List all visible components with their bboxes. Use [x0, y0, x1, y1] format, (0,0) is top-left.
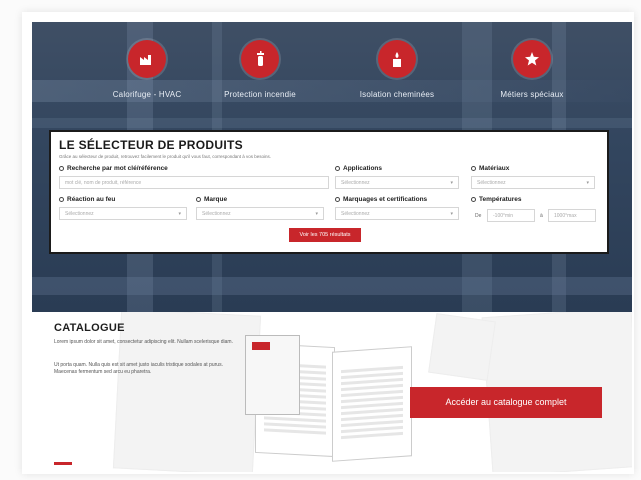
book-cover	[245, 335, 300, 415]
keyword-label: Recherche par mot clé/référence	[67, 165, 168, 172]
applications-select[interactable]: Sélectionnez ▾	[335, 176, 459, 189]
applications-placeholder: Sélectionnez	[341, 180, 370, 186]
chevron-down-icon: ▾	[178, 211, 181, 217]
brand-field: Marque Sélectionnez ▾	[196, 196, 324, 220]
category-label: Isolation cheminées	[359, 90, 435, 99]
fire-reaction-label: Réaction au feu	[67, 196, 116, 203]
chevron-down-icon: ▾	[586, 180, 589, 186]
keyword-field: Recherche par mot clé/référence mot clé,…	[59, 165, 329, 189]
fire-extinguisher-icon	[241, 40, 279, 78]
category-calorifuge[interactable]: Calorifuge - HVAC	[87, 40, 207, 99]
book-page-right	[332, 346, 412, 462]
chevron-down-icon: ▾	[450, 211, 453, 217]
certifications-label: Marquages et certifications	[343, 196, 428, 203]
category-label: Protection incendie	[224, 90, 296, 99]
category-isolation-cheminees[interactable]: Isolation cheminées	[337, 40, 457, 99]
pipe-decoration	[32, 277, 632, 295]
chevron-down-icon: ▾	[315, 211, 318, 217]
star-icon	[513, 40, 551, 78]
factory-icon	[128, 40, 166, 78]
materials-placeholder: Sélectionnez	[477, 180, 506, 186]
radio-icon[interactable]	[335, 165, 340, 171]
radio-icon[interactable]	[471, 196, 476, 202]
temperatures-label: Températures	[479, 196, 522, 203]
materials-select[interactable]: Sélectionnez ▾	[471, 176, 595, 189]
temperature-from-label: De	[475, 213, 482, 219]
chevron-down-icon: ▾	[450, 180, 453, 186]
temperature-min-field: -100°min	[487, 205, 535, 222]
radio-icon[interactable]	[59, 196, 64, 202]
keyword-placeholder: mot clé, nom de produit, référence	[65, 180, 142, 186]
category-protection-incendie[interactable]: Protection incendie	[200, 40, 320, 99]
catalogue-section: CATALOGUE Lorem ipsum dolor sit amet, co…	[32, 312, 632, 472]
view-results-button[interactable]: Voir les 705 résultats	[289, 228, 361, 242]
temperature-max-input[interactable]: 1000°max	[548, 209, 596, 222]
brand-label: Marque	[204, 196, 228, 203]
product-selector: LE SÉLECTEUR DE PRODUITS Grâce au sélect…	[49, 130, 609, 254]
background-document	[112, 312, 262, 472]
temperature-to-label: à	[540, 213, 543, 219]
materials-label: Matériaux	[479, 165, 510, 172]
applications-label: Applications	[343, 165, 383, 172]
catalogue-book-image	[245, 327, 417, 467]
brand-placeholder: Sélectionnez	[202, 211, 231, 217]
applications-field: Applications Sélectionnez ▾	[335, 165, 459, 189]
catalogue-text-1: Lorem ipsum dolor sit amet, consectetur …	[54, 339, 233, 345]
page: Calorifuge - HVAC Protection incendie Is…	[0, 0, 641, 480]
selector-subtitle: Grâce au sélecteur de produit, retrouvez…	[59, 154, 271, 159]
fire-reaction-placeholder: Sélectionnez	[65, 211, 94, 217]
catalogue-title: CATALOGUE	[54, 322, 125, 334]
chimney-flame-icon	[378, 40, 416, 78]
accent-line	[54, 462, 72, 465]
selector-title: LE SÉLECTEUR DE PRODUITS	[59, 138, 243, 152]
certifications-placeholder: Sélectionnez	[341, 211, 370, 217]
background-document	[428, 313, 496, 381]
category-label: Calorifuge - HVAC	[112, 90, 182, 99]
temperature-max-field: 1000°max	[548, 205, 596, 222]
fire-reaction-select[interactable]: Sélectionnez ▾	[59, 207, 187, 220]
fire-reaction-field: Réaction au feu Sélectionnez ▾	[59, 196, 187, 220]
certifications-field: Marquages et certifications Sélectionnez…	[335, 196, 459, 220]
radio-icon[interactable]	[59, 165, 64, 171]
brand-select[interactable]: Sélectionnez ▾	[196, 207, 324, 220]
category-label: Métiers spéciaux	[500, 90, 564, 99]
radio-icon[interactable]	[196, 196, 201, 202]
temperature-max-placeholder: 1000°max	[554, 213, 577, 219]
catalogue-text-2: Ut porta quam. Nulla quis est sit amet j…	[54, 362, 223, 375]
access-catalogue-button[interactable]: Accéder au catalogue complet	[410, 387, 602, 418]
radio-icon[interactable]	[471, 165, 476, 171]
keyword-input[interactable]: mot clé, nom de produit, référence	[59, 176, 329, 189]
category-metiers-speciaux[interactable]: Métiers spéciaux	[472, 40, 592, 99]
certifications-select[interactable]: Sélectionnez ▾	[335, 207, 459, 220]
materials-field: Matériaux Sélectionnez ▾	[471, 165, 595, 189]
temperature-min-input[interactable]: -100°min	[487, 209, 535, 222]
radio-icon[interactable]	[335, 196, 340, 202]
temperatures-field: Températures	[471, 196, 601, 203]
temperature-min-placeholder: -100°min	[493, 213, 514, 219]
pipe-decoration	[32, 118, 632, 128]
